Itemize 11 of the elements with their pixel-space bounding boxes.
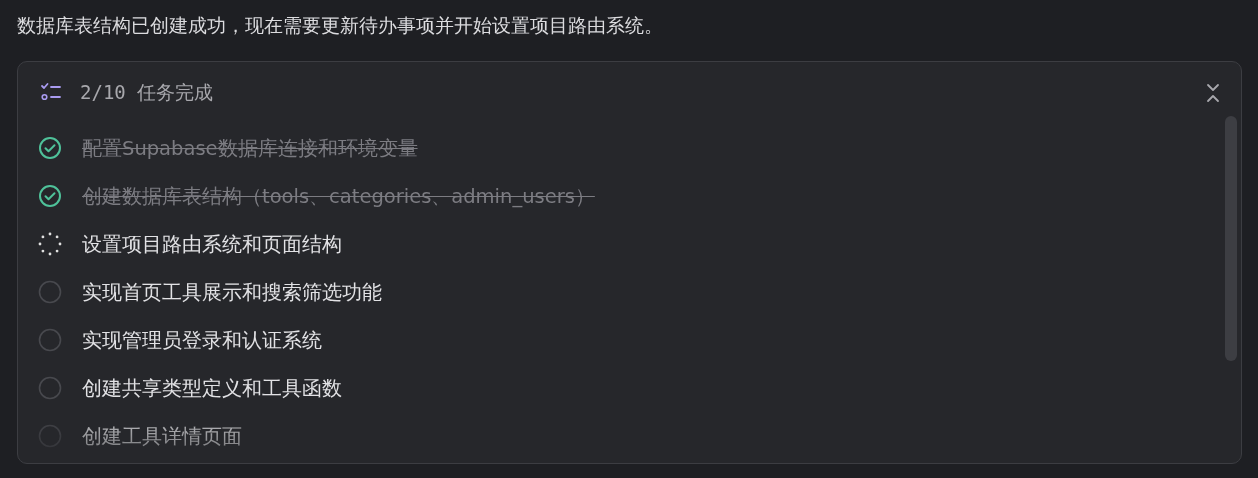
task-text: 创建数据库表结构（tools、categories、admin_users） — [82, 183, 595, 210]
message-text: 数据库表结构已创建成功，现在需要更新待办事项并开始设置项目路由系统。 — [16, 13, 664, 38]
task-text: 配置Supabase数据库连接和环境变量 — [82, 135, 418, 162]
task-text: 实现管理员登录和认证系统 — [82, 327, 322, 354]
task-summary: 2/10 任务完成 — [80, 80, 215, 105]
task-text: 创建共享类型定义和工具函数 — [82, 375, 342, 402]
task-text: 设置项目路由系统和页面结构 — [82, 231, 342, 258]
task-text: 创建工具详情页面 — [82, 423, 242, 450]
scrollbar-thumb[interactable] — [1225, 116, 1237, 361]
collapse-button[interactable] — [1205, 83, 1221, 103]
task-text: 实现首页工具展示和搜索筛选功能 — [82, 279, 382, 306]
